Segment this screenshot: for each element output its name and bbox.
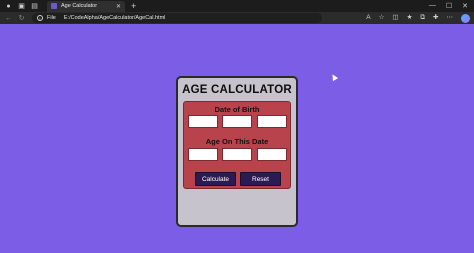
extensions-icon[interactable]: ✚ xyxy=(433,14,438,22)
address-bar[interactable]: i File E:/CodeAlpha/AgeCalculator/AgeCal… xyxy=(32,13,322,23)
browser-toolbar: ← ↻ i File E:/CodeAlpha/AgeCalculator/Ag… xyxy=(0,12,474,24)
site-info-icon[interactable]: i xyxy=(37,15,43,21)
maximize-button[interactable]: ☐ xyxy=(446,2,452,10)
tab-actions-icon[interactable]: ▤ xyxy=(30,2,39,11)
copilot-icon[interactable] xyxy=(461,13,470,23)
reset-button[interactable]: Reset xyxy=(240,172,281,186)
tab-age-calculator[interactable]: Age Calculator ✕ xyxy=(47,0,125,12)
dob-month-input[interactable] xyxy=(222,115,252,128)
refresh-icon[interactable]: ↻ xyxy=(17,15,26,22)
read-aloud-icon[interactable]: A xyxy=(366,14,370,22)
favorites-icon[interactable]: ☆ xyxy=(379,14,385,22)
target-day-input[interactable] xyxy=(188,148,218,161)
dob-label: Date of Birth xyxy=(214,105,260,114)
target-year-input[interactable] xyxy=(257,148,287,161)
split-screen-icon[interactable]: ◫ xyxy=(392,14,398,22)
window-controls: — ☐ ✕ xyxy=(429,2,468,10)
page-viewport: AGE CALCULATOR Date of Birth Age On This… xyxy=(0,24,474,253)
workspaces-icon[interactable]: ▣ xyxy=(17,2,26,11)
favorites-bar-icon[interactable]: ★ xyxy=(407,14,413,22)
more-icon[interactable]: ⋯ xyxy=(447,14,454,22)
new-tab-button[interactable]: + xyxy=(131,1,136,11)
calculate-button[interactable]: Calculate xyxy=(195,172,236,186)
dob-year-input[interactable] xyxy=(257,115,287,128)
target-date-label: Age On This Date xyxy=(205,137,269,146)
tab-close-icon[interactable]: ✕ xyxy=(116,3,121,10)
profile-icon[interactable]: ● xyxy=(4,2,13,11)
close-window-button[interactable]: ✕ xyxy=(462,2,468,10)
age-calculator-card: AGE CALCULATOR Date of Birth Age On This… xyxy=(176,76,298,227)
minimize-button[interactable]: — xyxy=(429,2,436,10)
collections-icon[interactable]: ⧉ xyxy=(420,14,425,22)
mouse-cursor-icon xyxy=(329,72,339,82)
url-text[interactable]: E:/CodeAlpha/AgeCalculator/AgeCal.html xyxy=(64,15,166,21)
back-icon[interactable]: ← xyxy=(4,15,13,22)
scheme-label: File xyxy=(47,15,56,21)
page-title: AGE CALCULATOR xyxy=(182,84,292,96)
page-favicon xyxy=(51,3,57,9)
toolbar-icons: A ☆ ◫ ★ ⧉ ✚ ⋯ xyxy=(366,13,470,23)
target-month-input[interactable] xyxy=(222,148,252,161)
dob-day-input[interactable] xyxy=(188,115,218,128)
calculator-panel: Date of Birth Age On This Date Calculate… xyxy=(183,101,291,189)
tab-title: Age Calculator xyxy=(61,3,98,9)
browser-tab-strip: ● ▣ ▤ Age Calculator ✕ + — ☐ ✕ xyxy=(0,0,474,12)
